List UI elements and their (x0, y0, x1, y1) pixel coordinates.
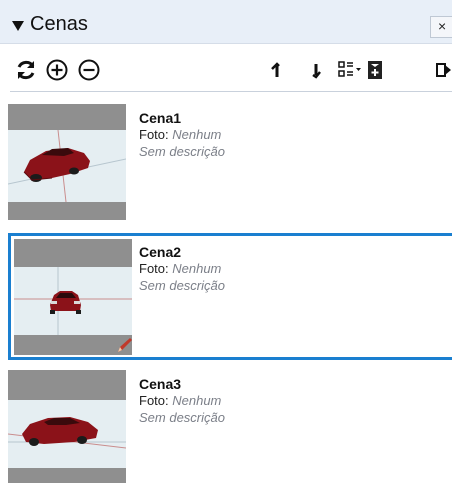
move-up-icon[interactable] (268, 58, 284, 82)
collapse-triangle-icon[interactable] (12, 21, 24, 31)
scene-item-cena1[interactable]: Cena1 Foto: Nenhum Sem descrição (8, 104, 452, 224)
scene-item-cena2[interactable]: Cena2 Foto: Nenhum Sem descrição (8, 233, 452, 360)
refresh-icon[interactable] (14, 58, 38, 82)
scene-description: Sem descrição (139, 278, 225, 293)
add-scene-icon[interactable] (45, 58, 69, 82)
expand-icon[interactable] (436, 58, 452, 82)
foto-value: Nenhum (172, 393, 222, 408)
scene-thumbnail (8, 104, 126, 220)
close-button[interactable]: × (430, 16, 452, 38)
scene-properties-icon[interactable] (365, 58, 385, 82)
foto-value: Nenhum (172, 261, 222, 276)
scene-foto: Foto: Nenhum (139, 261, 221, 277)
scene-description: Sem descrição (139, 144, 225, 159)
toolbar-separator (10, 91, 452, 92)
scene-name: Cena2 (139, 244, 182, 260)
scene-name: Cena3 (139, 376, 182, 392)
scenes-panel: Cenas × Cena1 Foto: Nenhum Sem descrição… (0, 0, 452, 483)
foto-label: Foto: (139, 261, 173, 276)
foto-label: Foto: (139, 127, 173, 142)
panel-header[interactable]: Cenas × (0, 0, 452, 44)
scene-thumbnail (14, 239, 132, 355)
remove-scene-icon[interactable] (77, 58, 101, 82)
scenes-toolbar (0, 44, 452, 92)
scene-description: Sem descrição (139, 410, 225, 425)
panel-title: Cenas (30, 13, 88, 35)
view-options-icon[interactable] (337, 58, 363, 82)
scene-name: Cena1 (139, 110, 182, 126)
scene-thumbnail (8, 370, 126, 483)
move-down-icon[interactable] (308, 58, 324, 82)
edit-pencil-icon[interactable] (116, 336, 134, 354)
scene-foto: Foto: Nenhum (139, 393, 221, 409)
foto-label: Foto: (139, 393, 173, 408)
scene-foto: Foto: Nenhum (139, 127, 221, 143)
scene-item-cena3[interactable]: Cena3 Foto: Nenhum Sem descrição (8, 370, 452, 483)
foto-value: Nenhum (172, 127, 222, 142)
